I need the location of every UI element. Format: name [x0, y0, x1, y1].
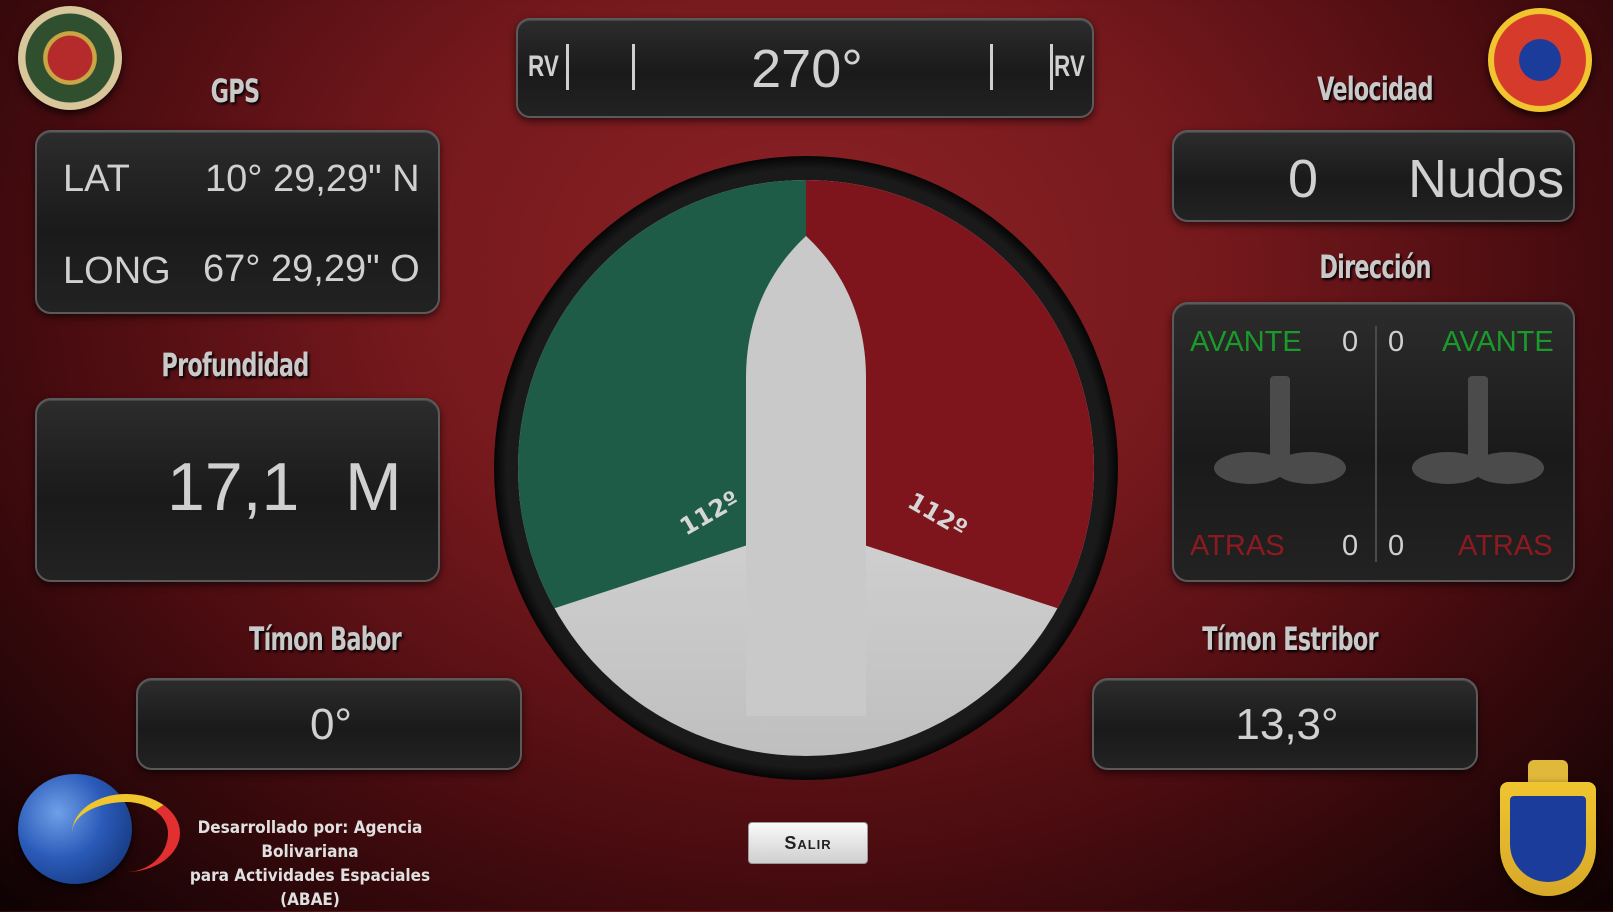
unefa-crest-logo [1500, 760, 1596, 900]
heading-tick [1050, 44, 1053, 90]
heading-tick [990, 44, 993, 90]
depth-unit: M [345, 449, 402, 525]
gps-title: GPS [210, 72, 260, 110]
crest-shield [1500, 782, 1596, 896]
heading-right-label: RV [1054, 50, 1085, 83]
right-atras-value: 0 [1388, 530, 1405, 562]
school-crest-logo [1488, 8, 1592, 112]
left-avante-value: 0 [1342, 326, 1359, 358]
navy-crest-logo [18, 6, 122, 110]
credits: Desarrollado por: Agencia Bolivariana pa… [160, 816, 460, 912]
speed-unit: Nudos [1408, 149, 1565, 209]
depth-value: 17,1 [167, 449, 300, 525]
speed-panel: 0 Nudos [1172, 130, 1575, 222]
speed-title: Velocidad [1317, 70, 1433, 108]
direction-divider [1375, 326, 1377, 562]
depth-title: Profundidad [161, 346, 309, 384]
rudder-starboard-value: 13,3° [1235, 700, 1339, 749]
ship-silhouette-icon [746, 236, 866, 716]
abae-globe-logo [18, 774, 180, 884]
crest-inner [1510, 796, 1586, 882]
rudder-port-panel: 0° [136, 678, 522, 770]
left-atras-value: 0 [1342, 530, 1359, 562]
direction-panel: AVANTE 0 0 AVANTE ATRAS 0 0 ATRAS [1172, 302, 1575, 582]
credits-line2: para Actividades Espaciales (ABAE) [189, 866, 431, 910]
rudder-starboard-title: Tímon Estribor [1202, 620, 1378, 658]
depth-panel: 17,1 M [35, 398, 440, 582]
lat-value: 10° 29,29" N [205, 158, 420, 200]
right-avante-value: 0 [1388, 326, 1405, 358]
rudder-gauge: 112º 112º [494, 156, 1118, 780]
right-propeller-icon [1412, 376, 1544, 484]
left-avante-label: AVANTE [1190, 326, 1302, 358]
heading-value: 270° [751, 39, 863, 99]
long-value: 67° 29,29" O [203, 248, 420, 290]
right-atras-label: ATRAS [1458, 530, 1553, 562]
gps-panel: LAT 10° 29,29" N LONG 67° 29,29" O [35, 130, 440, 314]
speed-value: 0 [1288, 149, 1319, 209]
exit-button[interactable]: Salir [748, 822, 868, 864]
rudder-port-value: 0° [309, 700, 353, 749]
rudder-port-title: Tímon Babor [249, 620, 402, 658]
left-propeller-icon [1214, 376, 1346, 484]
crest-crown [1528, 760, 1568, 784]
left-atras-label: ATRAS [1190, 530, 1285, 562]
direction-title: Dirección [1319, 248, 1431, 286]
right-avante-label: AVANTE [1442, 326, 1554, 358]
rudder-starboard-panel: 13,3° [1092, 678, 1478, 770]
heading-bar: RV 270° RV [516, 18, 1094, 118]
long-label: LONG [63, 250, 171, 292]
credits-line1: Desarrollado por: Agencia Bolivariana [197, 818, 423, 862]
lat-label: LAT [63, 158, 130, 200]
